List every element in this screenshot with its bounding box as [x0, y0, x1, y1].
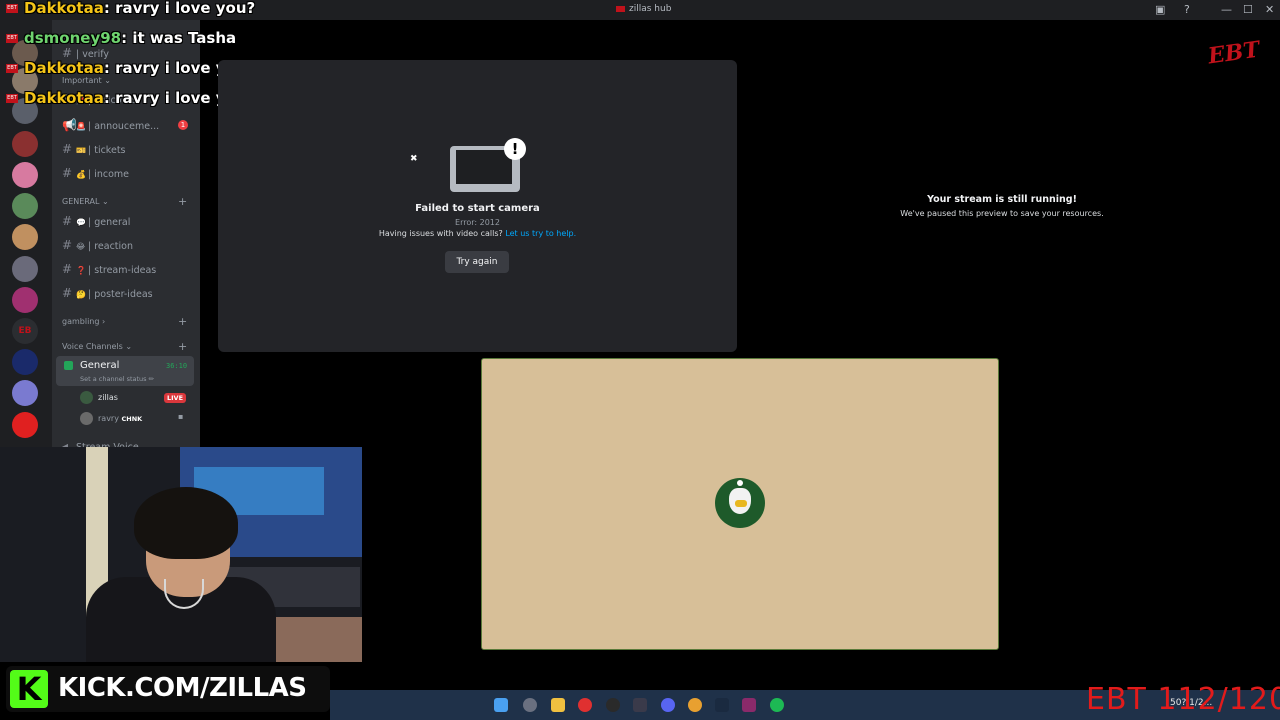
add-channel-icon[interactable]: +: [178, 195, 187, 208]
camera-illustration: ✖ !: [410, 138, 526, 196]
channel-status[interactable]: Set a channel status ✏: [80, 375, 154, 383]
app-icon[interactable]: [742, 698, 756, 712]
hash-icon: #: [62, 286, 73, 300]
discord-icon[interactable]: [661, 698, 675, 712]
category-general[interactable]: GENERAL ⌄ +: [62, 195, 187, 208]
media-icon[interactable]: [578, 698, 592, 712]
webcam-hair: [134, 487, 238, 559]
camera-icon: ▪: [178, 412, 184, 421]
server-logo-icon: [616, 5, 625, 12]
add-channel-icon[interactable]: +: [178, 340, 187, 353]
chat-badge-icon: EBT: [6, 94, 18, 103]
server-icon[interactable]: [12, 349, 38, 375]
app-icon[interactable]: [606, 698, 620, 712]
speaker-icon: [64, 361, 73, 370]
channel-tickets[interactable]: # 🎫 | tickets: [62, 142, 126, 156]
category-voice-channels[interactable]: Voice Channels ⌄ +: [62, 340, 187, 353]
unread-badge: 1: [178, 120, 188, 130]
channel-income[interactable]: # 💰 | income: [62, 166, 129, 180]
chat-badge-icon: EBT: [6, 4, 18, 13]
help-icon[interactable]: ?: [1184, 3, 1190, 16]
channel-poster-ideas[interactable]: # 🤔 | poster-ideas: [62, 286, 153, 300]
camera-help-text: Having issues with video calls? Let us t…: [378, 229, 577, 238]
server-icon[interactable]: [12, 193, 38, 219]
exclamation-icon: !: [504, 138, 526, 160]
voice-timer: 36:10: [166, 362, 188, 370]
channel-stream-ideas[interactable]: # ❓ | stream-ideas: [62, 262, 156, 276]
voice-user-zillas[interactable]: zillas: [80, 391, 118, 404]
kick-banner: K KICK.COM/ZILLAS: [6, 666, 330, 712]
alarm-emoji: 🚨: [76, 122, 86, 131]
server-rail: EB: [0, 20, 52, 450]
help-link[interactable]: Let us try to help.: [505, 229, 576, 238]
inbox-icon[interactable]: ▣: [1155, 3, 1165, 16]
close-button[interactable]: ✕: [1265, 3, 1274, 16]
try-again-button[interactable]: Try again: [445, 251, 509, 273]
camera-error-code: Error: 2012: [455, 218, 500, 227]
obs-icon[interactable]: [523, 698, 537, 712]
chat-badge-icon: EBT: [6, 64, 18, 73]
server-icon[interactable]: [12, 380, 38, 406]
hash-icon: #: [62, 46, 73, 60]
camera-error-title: Failed to start camera: [415, 203, 540, 214]
hash-icon: #: [62, 166, 73, 180]
app-title: zillas hub: [616, 4, 671, 14]
steam-icon[interactable]: [715, 698, 729, 712]
penguin-hat: [737, 480, 743, 486]
server-icon[interactable]: [12, 287, 38, 313]
chat-message: dsmoney98: it was Tasha: [24, 29, 237, 47]
server-icon[interactable]: [12, 131, 38, 157]
stream-running-subtitle: We've paused this preview to save your r…: [900, 209, 1104, 218]
ebt-server-icon[interactable]: EB: [12, 318, 38, 344]
megaphone-icon: 📢: [62, 118, 77, 132]
kick-url: KICK.COM/ZILLAS: [58, 673, 307, 703]
maximize-button[interactable]: ☐: [1243, 3, 1253, 16]
camera-error-panel: ✖ ! Failed to start camera Error: 2012 H…: [218, 60, 737, 352]
hash-icon: #: [62, 238, 73, 252]
server-icon[interactable]: [12, 162, 38, 188]
app-icon[interactable]: [633, 698, 647, 712]
spotify-icon[interactable]: [770, 698, 784, 712]
live-badge: LIVE: [164, 393, 186, 403]
voice-user-ravry[interactable]: ravry CHNK: [80, 412, 142, 425]
channel-reaction[interactable]: # 😂 | reaction: [62, 238, 133, 252]
user-avatar: [715, 478, 765, 528]
folder-icon[interactable]: [551, 698, 565, 712]
chat-message: Dakkotaa: ravry i love you?: [24, 0, 256, 17]
category-gambling[interactable]: gambling › +: [62, 315, 187, 328]
kick-logo-icon: K: [10, 670, 48, 708]
ebt-logo: EBT: [1206, 36, 1262, 70]
channel-verify[interactable]: # | verify: [62, 46, 109, 60]
stream-running-title: Your stream is still running!: [927, 194, 1077, 205]
category-important[interactable]: Important ⌄: [62, 76, 111, 85]
chat-badge-icon: EBT: [6, 34, 18, 43]
avatar: [80, 412, 93, 425]
hash-icon: #: [62, 214, 73, 228]
minimize-button[interactable]: —: [1221, 3, 1232, 16]
video-tile[interactable]: [481, 358, 999, 650]
close-icon: ✖: [410, 154, 418, 164]
webcam-feed: [0, 447, 362, 662]
voice-channel-general[interactable]: General 36:10 Set a channel status ✏: [56, 356, 194, 386]
start-icon[interactable]: [494, 698, 508, 712]
channel-announcements[interactable]: 📢🚨 | annouceme...: [62, 118, 159, 132]
channel-sidebar: # | verify Important ⌄ # 📌 | welcome 📢🚨 | an…: [52, 20, 200, 453]
server-icon[interactable]: [12, 412, 38, 438]
add-channel-icon[interactable]: +: [178, 315, 187, 328]
server-icon[interactable]: [12, 256, 38, 282]
server-icon[interactable]: [12, 224, 38, 250]
penguin-beak: [735, 500, 747, 507]
hash-icon: #: [62, 142, 73, 156]
chrome-icon[interactable]: [688, 698, 702, 712]
ebt-counter: EBT 112/120: [1086, 682, 1280, 717]
channel-general[interactable]: # 💬 | general: [62, 214, 130, 228]
camera-screen: [456, 150, 512, 184]
hash-icon: #: [62, 262, 73, 276]
avatar: [80, 391, 93, 404]
